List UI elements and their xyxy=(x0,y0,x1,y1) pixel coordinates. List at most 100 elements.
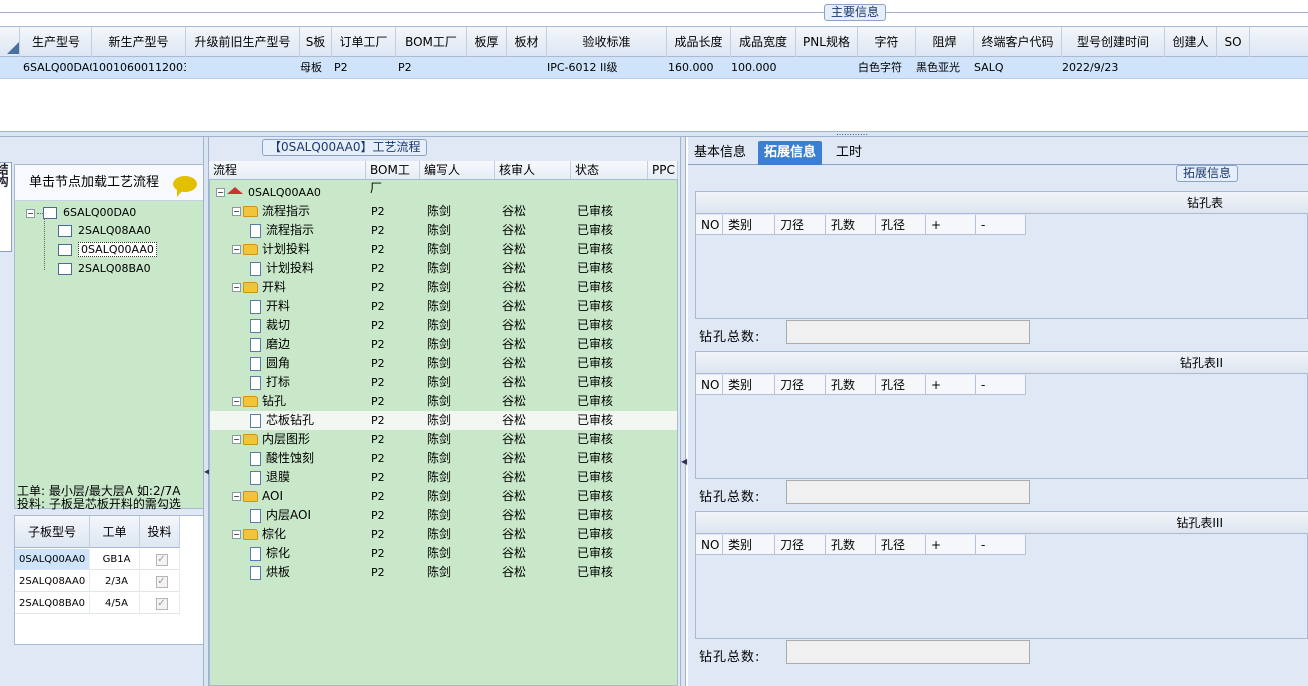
flow-col-header[interactable]: BOM工厂 xyxy=(366,161,420,195)
cell[interactable]: P2 xyxy=(394,57,465,78)
cell[interactable]: SALQ xyxy=(970,57,1062,78)
flow-step-row[interactable]: 磨边 P2 陈剑 谷松 已审核 xyxy=(210,335,677,354)
flow-step-row[interactable]: 圆角 P2 陈剑 谷松 已审核 xyxy=(210,354,677,373)
cell[interactable]: 10010600112003 xyxy=(88,57,186,78)
child-cell[interactable]: GB1A xyxy=(90,549,140,570)
tree-node-root[interactable]: − 6SALQ00DA0 xyxy=(26,204,136,222)
flow-group-row[interactable]: − 棕化 P2 陈剑 谷松 已审核 xyxy=(210,525,677,544)
collapse-icon[interactable]: − xyxy=(232,435,241,444)
collapse-icon[interactable]: − xyxy=(216,188,225,197)
col-header[interactable]: PNL规格 xyxy=(796,27,858,57)
child-col-header[interactable]: 工单 xyxy=(90,516,140,548)
col-header[interactable]: 板厚 xyxy=(467,27,507,57)
tab-extended-info[interactable]: 拓展信息 xyxy=(758,141,823,165)
flow-step-row[interactable]: 棕化 P2 陈剑 谷松 已审核 xyxy=(210,544,677,563)
flow-group-row[interactable]: − 开料 P2 陈剑 谷松 已审核 xyxy=(210,278,677,297)
child-cell-check[interactable]: ✓ xyxy=(140,593,180,614)
col-header[interactable]: 订单工厂 xyxy=(332,27,396,57)
cell[interactable]: 黑色亚光 xyxy=(912,57,974,78)
checkbox[interactable]: ✓ xyxy=(155,598,168,610)
drill-total-input[interactable] xyxy=(786,480,1030,504)
cell[interactable]: 母板 xyxy=(296,57,332,78)
tree-node[interactable]: 2SALQ08BA0 xyxy=(58,260,151,278)
collapse-icon[interactable]: − xyxy=(232,283,241,292)
drill-col-header[interactable]: - xyxy=(976,375,1026,395)
flow-step-row[interactable]: 退膜 P2 陈剑 谷松 已审核 xyxy=(210,468,677,487)
flow-col-header[interactable]: PPC xyxy=(648,161,678,179)
col-header[interactable]: S板 xyxy=(300,27,332,57)
cell[interactable]: 2022/9/23 xyxy=(1058,57,1165,78)
collapse-icon[interactable]: − xyxy=(232,492,241,501)
flow-step-row[interactable]: 开料 P2 陈剑 谷松 已审核 xyxy=(210,297,677,316)
flow-col-header[interactable]: 核审人 xyxy=(495,161,571,179)
drill-total-input[interactable] xyxy=(786,320,1030,344)
flow-step-row[interactable]: 芯板钻孔 P2 陈剑 谷松 已审核 xyxy=(210,411,677,430)
child-cell-check[interactable]: ✓ xyxy=(140,549,180,570)
child-cell[interactable]: 2SALQ08AA0 xyxy=(15,571,90,592)
col-header[interactable]: 板材 xyxy=(507,27,547,57)
col-header[interactable]: 创建人 xyxy=(1165,27,1217,57)
tab-basic-info[interactable]: 基本信息 xyxy=(688,141,752,165)
right-vertical-splitter[interactable]: ◀ xyxy=(680,137,687,686)
flow-col-header[interactable]: 编写人 xyxy=(420,161,495,179)
col-header[interactable]: 型号创建时间 xyxy=(1062,27,1165,57)
drill-total-input[interactable] xyxy=(786,640,1030,664)
col-header[interactable]: 验收标准 xyxy=(547,27,667,57)
collapse-icon[interactable]: − xyxy=(232,207,241,216)
col-header[interactable]: 成品长度 xyxy=(667,27,731,57)
side-tab-structure[interactable]: 结构 xyxy=(0,162,12,252)
child-cell-check[interactable]: ✓ xyxy=(140,571,180,592)
flow-step-row[interactable]: 内层AOI P2 陈剑 谷松 已审核 xyxy=(210,506,677,525)
collapse-icon[interactable]: − xyxy=(26,208,35,218)
checkbox[interactable]: ✓ xyxy=(155,554,168,566)
flow-step-row[interactable]: 打标 P2 陈剑 谷松 已审核 xyxy=(210,373,677,392)
drill-col-header[interactable]: - xyxy=(976,535,1026,555)
drill-col-header[interactable]: + xyxy=(926,215,976,235)
child-cell[interactable]: 2SALQ08BA0 xyxy=(15,593,90,614)
col-header[interactable]: 字符 xyxy=(858,27,916,57)
cell[interactable]: 白色字符 xyxy=(854,57,916,78)
flow-step-row[interactable]: 烘板 P2 陈剑 谷松 已审核 xyxy=(210,563,677,582)
collapse-icon[interactable]: − xyxy=(232,245,241,254)
collapse-icon[interactable]: − xyxy=(232,397,241,406)
flow-step-row[interactable]: 裁切 P2 陈剑 谷松 已审核 xyxy=(210,316,677,335)
col-header[interactable]: 升级前旧生产型号 xyxy=(186,27,300,57)
cell[interactable]: P2 xyxy=(330,57,394,78)
flow-group-row[interactable]: − 内层图形 P2 陈剑 谷松 已审核 xyxy=(210,430,677,449)
col-header[interactable]: SO xyxy=(1217,27,1250,57)
flow-group-row[interactable]: − 流程指示 P2 陈剑 谷松 已审核 xyxy=(210,202,677,221)
product-grid-row[interactable]: 6SALQ00DA0 10010600112003 母板 P2 P2 IPC-6… xyxy=(0,57,1308,79)
flow-group-row[interactable]: − 钻孔 P2 陈剑 谷松 已审核 xyxy=(210,392,677,411)
col-header[interactable]: 生产型号 xyxy=(21,27,92,57)
child-cell[interactable]: 4/5A xyxy=(90,593,140,614)
drill-col-header[interactable]: + xyxy=(926,535,976,555)
child-cell[interactable]: 2/3A xyxy=(90,571,140,592)
flow-group-row[interactable]: − 计划投料 P2 陈剑 谷松 已审核 xyxy=(210,240,677,259)
flow-root-row[interactable]: − 0SALQ00AA0 xyxy=(210,183,677,202)
collapse-icon[interactable]: − xyxy=(232,530,241,539)
collapse-right-icon[interactable]: ◀ xyxy=(681,457,687,466)
col-header[interactable]: 新生产型号 xyxy=(92,27,186,57)
flow-col-header[interactable]: 流程 xyxy=(209,161,366,179)
cell[interactable]: 100.000 xyxy=(727,57,796,78)
flow-col-header[interactable]: 状态 xyxy=(571,161,648,179)
col-header[interactable]: BOM工厂 xyxy=(396,27,467,57)
child-cell[interactable]: 0SALQ00AA0 xyxy=(15,549,90,570)
cell[interactable]: 6SALQ00DA0 xyxy=(19,57,92,78)
tab-work-hours[interactable]: 工时 xyxy=(830,141,868,165)
drill-col-header[interactable]: + xyxy=(926,375,976,395)
flow-step-row[interactable]: 流程指示 P2 陈剑 谷松 已审核 xyxy=(210,221,677,240)
child-col-header[interactable]: 子板型号 xyxy=(15,516,90,548)
cell[interactable]: IPC-6012 II级 xyxy=(543,57,667,78)
drill-col-header[interactable]: - xyxy=(976,215,1026,235)
tree-node[interactable]: 2SALQ08AA0 xyxy=(58,222,151,240)
row-indicator[interactable] xyxy=(0,27,20,57)
child-col-header[interactable]: 投料 xyxy=(140,516,180,548)
tree-node-selected[interactable]: 0SALQ00AA0 xyxy=(58,241,157,259)
checkbox[interactable]: ✓ xyxy=(155,576,168,588)
col-header[interactable]: 成品宽度 xyxy=(731,27,796,57)
flow-group-row[interactable]: − AOI P2 陈剑 谷松 已审核 xyxy=(210,487,677,506)
cell[interactable]: 160.000 xyxy=(664,57,731,78)
flow-step-row[interactable]: 计划投料 P2 陈剑 谷松 已审核 xyxy=(210,259,677,278)
flow-step-row[interactable]: 酸性蚀刻 P2 陈剑 谷松 已审核 xyxy=(210,449,677,468)
